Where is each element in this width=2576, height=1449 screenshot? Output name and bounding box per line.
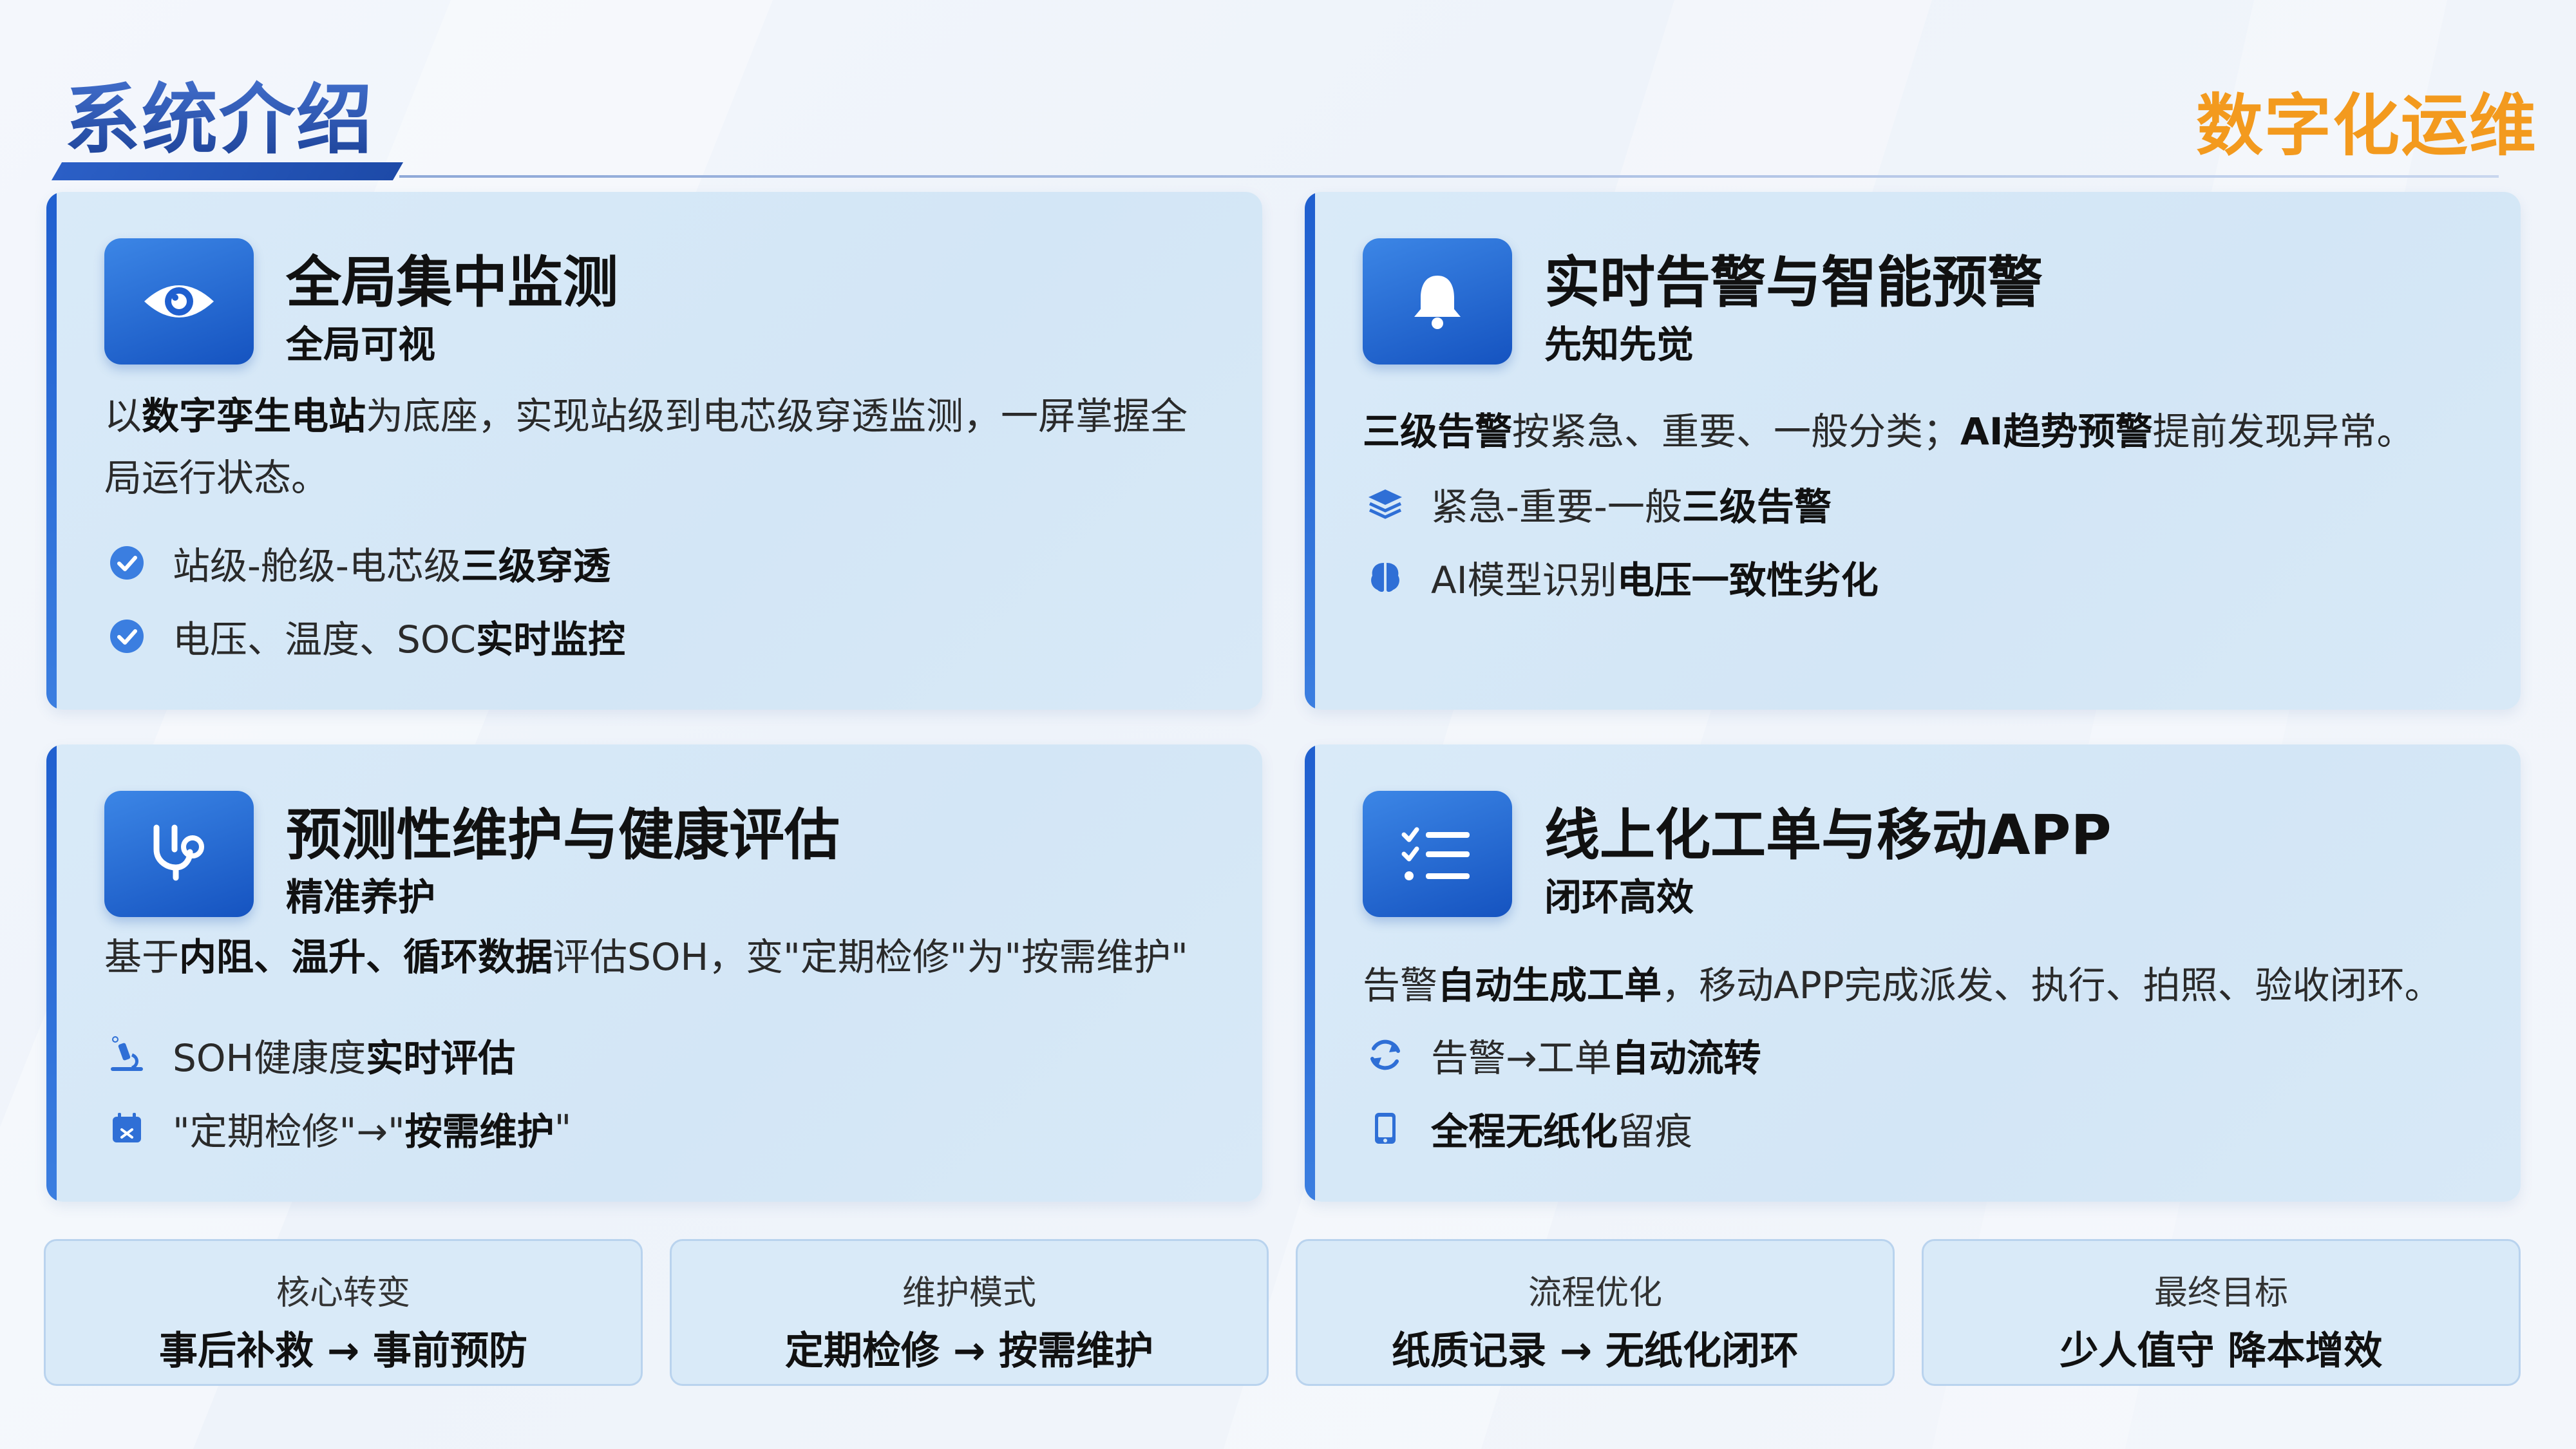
summary-label: 维护模式: [902, 1274, 1036, 1312]
bullet-item: SOH健康度 实时评估: [104, 1028, 515, 1082]
summary-value: 定期检修 → 按需维护: [784, 1329, 1154, 1374]
card-title: 线上化工单与移动APP: [1544, 803, 2112, 867]
summary-label: 流程优化: [1528, 1274, 1662, 1312]
check-circle-icon: [104, 540, 149, 585]
bullet-item: 全程无纸化 留痕: [1363, 1101, 1692, 1155]
bell-icon: [1363, 238, 1512, 365]
card-realtime-alarm: 实时告警与智能预警 先知先觉 三级告警按紧急、重要、一般分类；AI趋势预警提前发…: [1305, 192, 2521, 710]
summary-box-core-shift: 核心转变 事后补救 → 事前预防: [44, 1239, 643, 1386]
summary-box-maintenance-mode: 维护模式 定期检修 → 按需维护: [670, 1239, 1269, 1386]
summary-value: 纸质记录 → 无纸化闭环: [1391, 1329, 1799, 1374]
card-subtitle: 先知先觉: [1544, 323, 1694, 366]
summary-value: 少人值守 降本增效: [2060, 1329, 2383, 1374]
bullet-item: 告警→工单 自动流转: [1363, 1028, 1761, 1082]
card-predictive-maintenance: 预测性维护与健康评估 精准养护 基于内阻、温升、循环数据评估SOH，变"定期检修…: [46, 744, 1262, 1202]
bullet-item: AI模型识别 电压一致性劣化: [1363, 550, 1879, 604]
refresh-icon: [1363, 1032, 1408, 1077]
card-subtitle: 闭环高效: [1544, 875, 1694, 919]
title-underline-bar: [51, 162, 404, 180]
page-title: 系统介绍: [64, 58, 374, 168]
card-subtitle: 全局可视: [286, 323, 436, 366]
card-global-monitoring: 全局集中监测 全局可视 以数字孪生电站为底座，实现站级到电芯级穿透监测，一屏掌握…: [46, 192, 1262, 710]
summary-value: 事后补救 → 事前预防: [158, 1329, 528, 1374]
microscope-icon: [104, 1032, 149, 1077]
title-divider-line: [399, 175, 2499, 178]
tablet-icon: [1363, 1106, 1408, 1151]
card-title: 全局集中监测: [286, 251, 618, 315]
brand-label: 数字化运维: [2195, 86, 2537, 165]
summary-box-process: 流程优化 纸质记录 → 无纸化闭环: [1296, 1239, 1895, 1386]
calendar-icon: [104, 1106, 149, 1151]
bullet-item: "定期检修"→" 按需维护 ": [104, 1101, 571, 1155]
layers-icon: [1363, 481, 1408, 526]
brain-icon: [1363, 554, 1408, 600]
card-title: 预测性维护与健康评估: [286, 803, 840, 867]
check-circle-icon: [104, 614, 149, 659]
card-description: 告警自动生成工单，移动APP完成派发、执行、拍照、验收闭环。: [1363, 963, 2442, 1007]
card-online-workorder: 线上化工单与移动APP 闭环高效 告警自动生成工单，移动APP完成派发、执行、拍…: [1305, 744, 2521, 1202]
summary-label: 最终目标: [2154, 1274, 2288, 1312]
eye-icon: [104, 238, 254, 365]
stethoscope-icon: [104, 791, 254, 917]
bullet-item: 电压、温度、SOC 实时监控: [104, 609, 625, 663]
bullet-item: 紧急-重要-一般 三级告警: [1363, 477, 1832, 531]
card-title: 实时告警与智能预警: [1544, 251, 2043, 315]
summary-label: 核心转变: [276, 1274, 410, 1312]
checklist-icon: [1363, 791, 1512, 917]
card-description: 基于内阻、温升、循环数据评估SOH，变"定期检修"为"按需维护": [104, 935, 1188, 979]
card-description: 以数字孪生电站为底座，实现站级到电芯级穿透监测，一屏掌握全局运行状态。: [104, 394, 1188, 500]
summary-box-goal: 最终目标 少人值守 降本增效: [1922, 1239, 2521, 1386]
card-description: 三级告警按紧急、重要、一般分类；AI趋势预警提前发现异常。: [1363, 410, 2414, 453]
card-subtitle: 精准养护: [286, 875, 436, 919]
bullet-item: 站级-舱级-电芯级 三级穿透: [104, 536, 611, 590]
